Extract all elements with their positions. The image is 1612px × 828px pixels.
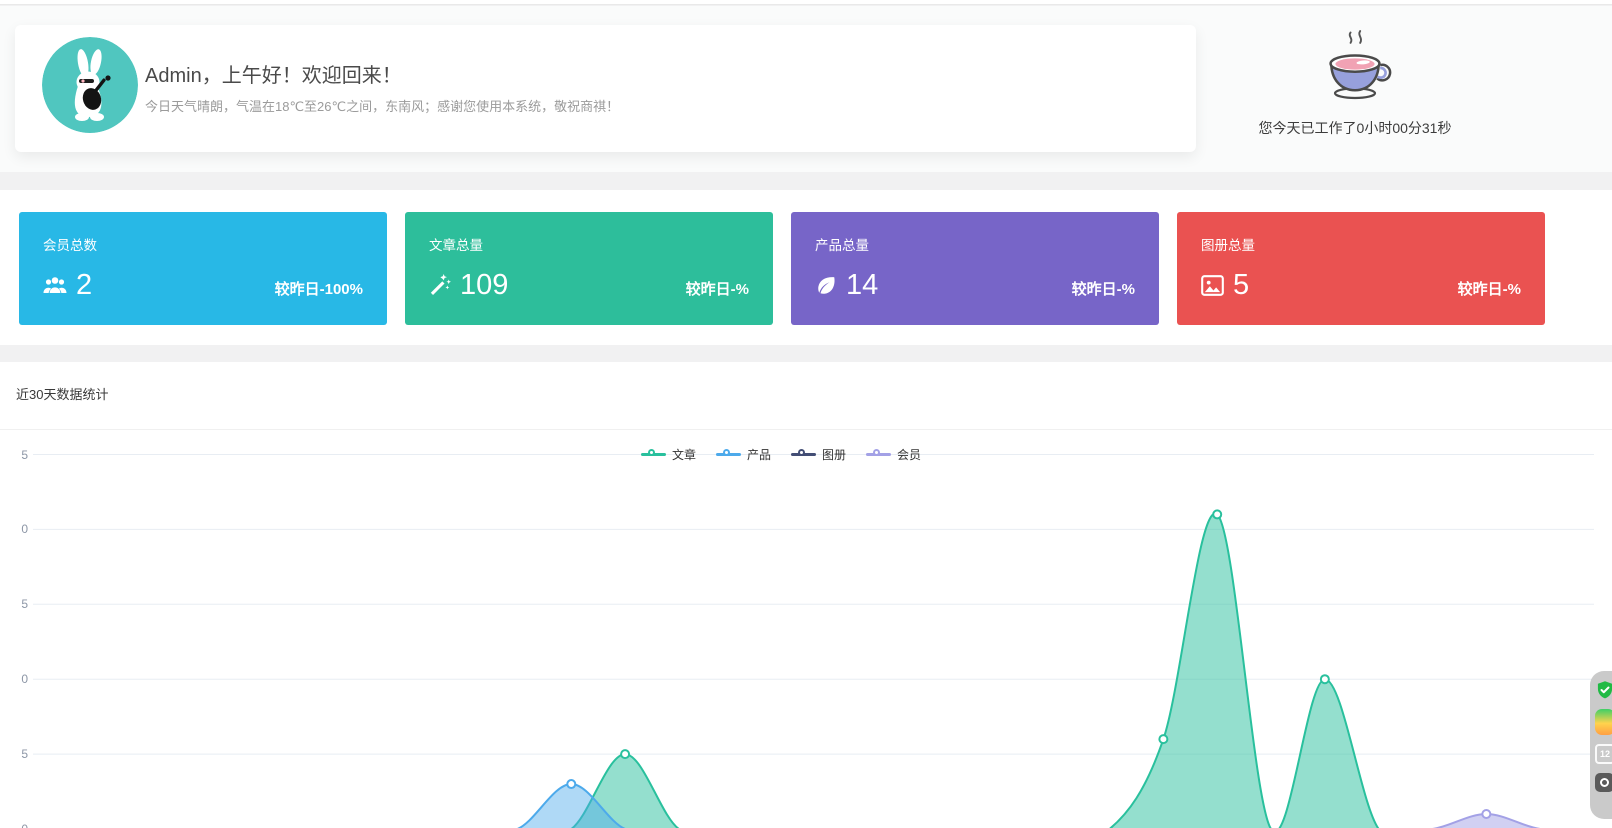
avatar [42,37,138,133]
stat-card-members[interactable]: 会员总数 2 较昨日-100% [19,212,387,325]
legend-marker-icon [866,448,892,456]
legend-label: 图册 [822,448,847,462]
legend-marker-icon [791,448,816,456]
legend-marker-icon [640,448,666,456]
floating-toolbar: 12 [1590,671,1612,819]
welcome-subtitle: 今日天气晴朗，气温在18℃至26℃之间，东南风；感谢您使用本系统，敬祝商祺！ [145,99,620,114]
y-tick-label: 0 [21,672,28,687]
stat-delta: 较昨日-% [1071,281,1135,298]
stat-delta: 较昨日-100% [274,281,363,298]
stat-label: 图册总量 [1201,238,1255,253]
chart-card: 近30天数据统计 505050 文章产品图册会员 [0,362,1612,828]
magic-wand-icon [429,274,451,296]
legend-label: 产品 [746,448,771,462]
stat-value: 2 [76,269,93,301]
users-icon [43,274,67,296]
top-hairline-bar [0,0,1612,5]
welcome-title: Admin，上午好！欢迎回来！ [145,65,402,87]
stat-value: 14 [846,269,879,301]
legend-item-1[interactable]: 产品 [715,446,771,463]
chart-legend: 文章 产品 图册 会员 [0,446,1562,463]
stat-value: 5 [1233,269,1250,301]
stat-label: 会员总数 [43,238,97,253]
welcome-section: Admin，上午好！欢迎回来！ 今日天气晴朗，气温在18℃至26℃之间，东南风；… [0,6,1612,172]
y-tick-label: 5 [21,597,28,612]
stat-value: 109 [460,269,509,301]
legend-item-3[interactable]: 会员 [866,446,921,463]
welcome-card: Admin，上午好！欢迎回来！ 今日天气晴朗，气温在18℃至26℃之间，东南风；… [15,25,1196,152]
stat-card-articles[interactable]: 文章总量 109 较昨日-% [405,212,773,325]
legend-marker-icon [715,448,741,456]
image-icon [1201,274,1224,296]
stats-section: 会员总数 2 较昨日-100% 文章总量 109 较昨日-% 产品总量 14 较… [0,190,1612,345]
camera-icon[interactable] [1595,773,1612,792]
gradient-pill-icon[interactable] [1595,709,1612,735]
legend-label: 会员 [897,448,922,462]
stat-delta: 较昨日-% [1457,281,1521,298]
work-timer-block: 您今天已工作了0小时00分31秒 [1245,28,1465,138]
y-tick-label: 5 [21,747,28,762]
y-tick-label: 0 [21,522,28,537]
leaf-icon [815,274,837,296]
teacup-icon [1329,30,1392,100]
work-timer-text: 您今天已工作了0小时00分31秒 [1258,120,1452,136]
shield-check-icon[interactable] [1595,680,1612,700]
stat-label: 文章总量 [429,238,483,253]
legend-item-0[interactable]: 文章 [640,446,696,463]
stat-delta: 较昨日-% [685,281,749,298]
calendar-icon[interactable]: 12 [1595,744,1612,764]
stat-card-products[interactable]: 产品总量 14 较昨日-% [791,212,1159,325]
y-tick-label: 0 [0,821,28,828]
stat-label: 产品总量 [815,238,869,253]
legend-label: 文章 [671,448,696,462]
stat-card-albums[interactable]: 图册总量 5 较昨日-% [1177,212,1545,325]
stats-chart-svg [33,454,1594,828]
legend-item-2[interactable]: 图册 [791,446,846,463]
rabbit-guitar-avatar-icon [42,37,138,133]
